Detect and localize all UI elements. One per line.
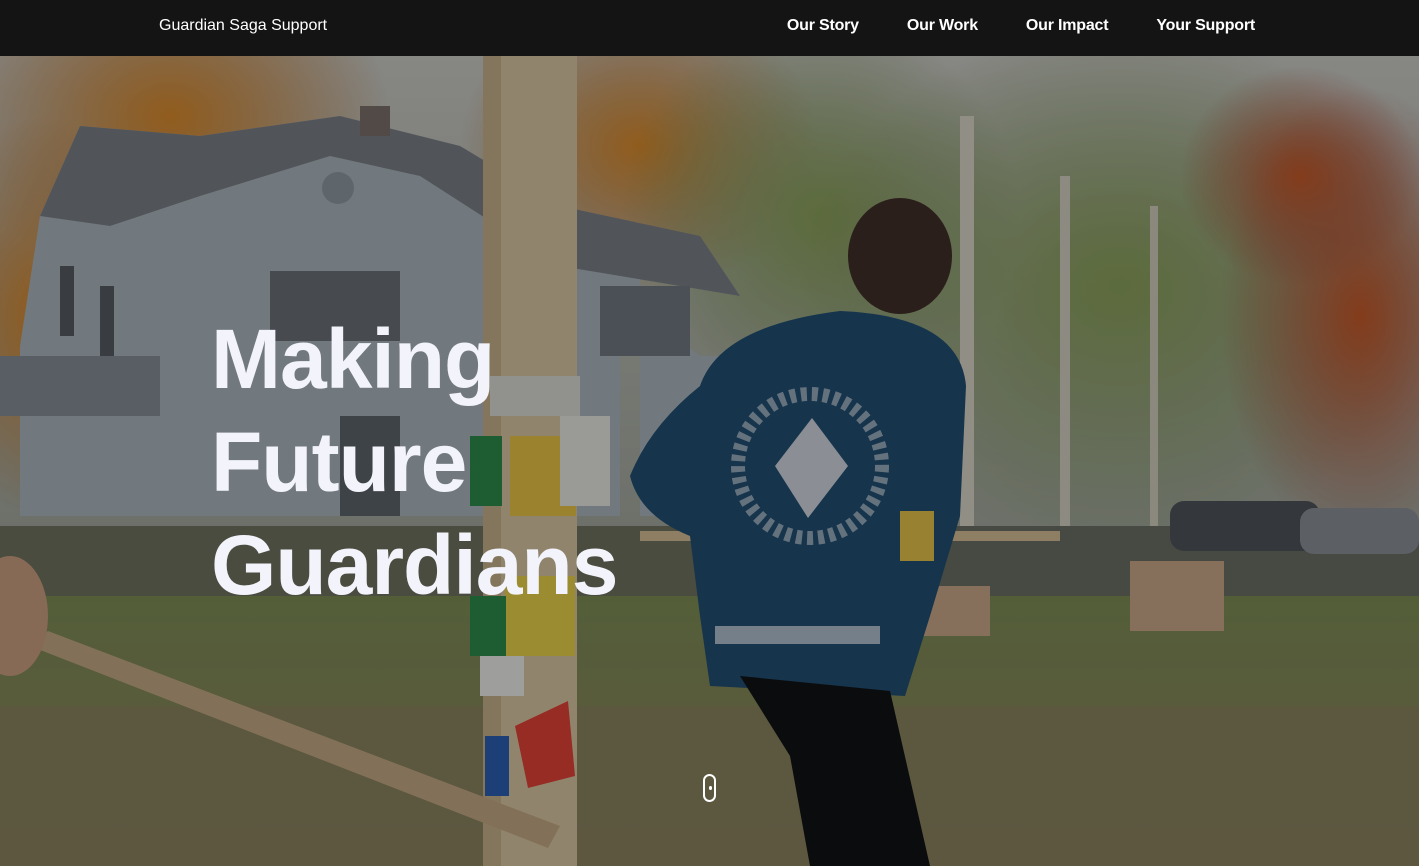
scroll-wheel-dot [708,786,712,790]
hero-title: Making Future Guardians [211,308,618,617]
mouse-scroll-icon[interactable] [703,774,716,802]
hero-title-line-2: Future [211,415,467,509]
hero-title-line-3: Guardians [211,518,618,612]
brand-link[interactable]: Guardian Saga Support [159,17,327,35]
nav-link-our-work[interactable]: Our Work [907,17,978,35]
hero-section: Making Future Guardians [0,56,1419,866]
nav-link-our-impact[interactable]: Our Impact [1026,17,1109,35]
nav-link-your-support[interactable]: Your Support [1156,17,1255,35]
nav-link-our-story[interactable]: Our Story [787,17,859,35]
hero-title-line-1: Making [211,312,495,406]
top-navbar: Guardian Saga Support Our Story Our Work… [0,0,1419,56]
main-nav: Our Story Our Work Our Impact Your Suppo… [787,17,1255,35]
